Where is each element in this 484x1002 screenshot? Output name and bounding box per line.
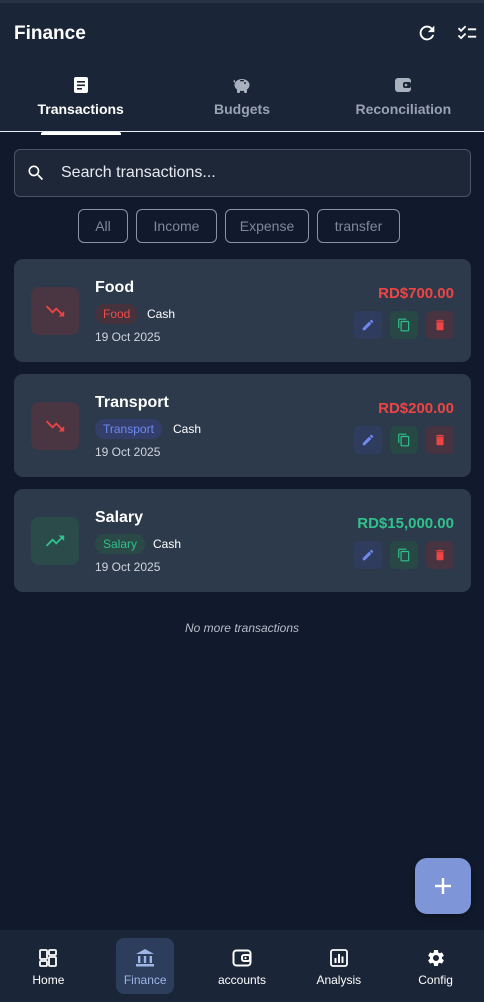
- category-badge: Food: [95, 304, 139, 324]
- trash-icon: [435, 549, 445, 561]
- bank-icon: [135, 947, 155, 969]
- account-label: Cash: [147, 307, 176, 321]
- transaction-date: 19 Oct 2025: [95, 445, 161, 459]
- pencil-icon: [362, 434, 374, 446]
- nav-config[interactable]: Config: [387, 930, 484, 1002]
- transaction-amount: RD$200.00: [378, 400, 454, 417]
- transaction-name: Food: [95, 279, 135, 296]
- checklist-icon[interactable]: [455, 21, 479, 45]
- filter-expense[interactable]: Expense: [225, 209, 309, 243]
- tab-budgets[interactable]: Budgets: [161, 69, 322, 135]
- edit-button[interactable]: [354, 311, 382, 339]
- edit-button[interactable]: [354, 541, 382, 569]
- duplicate-button[interactable]: [390, 426, 418, 454]
- category-badge: Transport: [95, 419, 162, 439]
- tab-label: Transactions: [37, 101, 124, 117]
- transaction-amount: RD$700.00: [378, 285, 454, 302]
- plus-icon: [435, 878, 451, 894]
- trash-icon: [435, 319, 445, 331]
- account-label: Cash: [173, 422, 202, 436]
- tab-label: Budgets: [213, 101, 270, 117]
- tab-transactions[interactable]: Transactions: [0, 69, 161, 135]
- filter-transfer[interactable]: transfer: [317, 209, 400, 243]
- filter-all[interactable]: All: [78, 209, 128, 243]
- search-box: [14, 149, 471, 197]
- active-tab-indicator: [40, 132, 121, 135]
- piggy-bank-icon: [232, 75, 252, 95]
- transaction-name: Salary: [95, 509, 144, 526]
- tabs-divider: [0, 131, 484, 132]
- edit-button[interactable]: [354, 426, 382, 454]
- wallet-icon: [394, 75, 412, 95]
- filter-chips: All Income Expense transfer: [78, 209, 400, 243]
- page-title: Finance: [14, 23, 86, 44]
- finance-tabs: Transactions Budgets Reconciliation: [0, 69, 484, 135]
- filter-income[interactable]: Income: [136, 209, 217, 243]
- delete-button[interactable]: [426, 426, 454, 454]
- trending-down-icon: [31, 287, 79, 335]
- account-label: Cash: [153, 537, 182, 551]
- transaction-actions: [354, 311, 454, 339]
- tab-reconciliation[interactable]: Reconciliation: [323, 69, 484, 135]
- copy-icon: [398, 318, 410, 332]
- delete-button[interactable]: [426, 311, 454, 339]
- nav-label: Home: [32, 973, 65, 987]
- transaction-card[interactable]: Transport Transport Cash 19 Oct 2025 RD$…: [14, 374, 471, 477]
- trending-up-icon: [31, 517, 79, 565]
- receipt-icon: [73, 75, 89, 95]
- add-transaction-button[interactable]: [415, 858, 471, 914]
- delete-button[interactable]: [426, 541, 454, 569]
- refresh-icon[interactable]: [415, 21, 439, 45]
- nav-label: accounts: [217, 973, 266, 987]
- transaction-name: Transport: [95, 394, 169, 411]
- nav-label: Config: [418, 973, 453, 987]
- transaction-card[interactable]: Salary Salary Cash 19 Oct 2025 RD$15,000…: [14, 489, 471, 592]
- category-badge: Salary: [95, 534, 146, 554]
- dashboard-icon: [39, 947, 58, 969]
- pencil-icon: [362, 549, 374, 561]
- tab-label: Reconciliation: [355, 101, 452, 117]
- nav-label: Analysis: [316, 973, 362, 987]
- search-input[interactable]: [61, 164, 441, 182]
- nav-label: Finance: [123, 973, 167, 987]
- gear-icon: [426, 947, 446, 969]
- copy-icon: [398, 548, 410, 562]
- transaction-card[interactable]: Food Food Cash 19 Oct 2025 RD$700.00: [14, 259, 471, 362]
- nav-accounts[interactable]: accounts: [194, 930, 291, 1002]
- transaction-date: 19 Oct 2025: [95, 560, 161, 574]
- bar-chart-icon: [329, 947, 348, 969]
- trending-down-icon: [31, 402, 79, 450]
- transaction-date: 19 Oct 2025: [95, 330, 161, 344]
- bottom-navigation: Home Finance accounts Analysis Config: [0, 930, 484, 1002]
- search-icon: [25, 162, 47, 184]
- duplicate-button[interactable]: [390, 541, 418, 569]
- nav-analysis[interactable]: Analysis: [290, 930, 387, 1002]
- transaction-actions: [354, 541, 454, 569]
- end-of-list-note: No more transactions: [184, 621, 300, 635]
- copy-icon: [398, 433, 410, 447]
- wallet-icon: [232, 947, 252, 969]
- trash-icon: [435, 434, 445, 446]
- nav-finance[interactable]: Finance: [97, 930, 194, 1002]
- transaction-amount: RD$15,000.00: [357, 515, 454, 532]
- transaction-actions: [354, 426, 454, 454]
- pencil-icon: [362, 319, 374, 331]
- nav-home[interactable]: Home: [0, 930, 97, 1002]
- duplicate-button[interactable]: [390, 311, 418, 339]
- top-app-bar: Finance Transactions Budgets Reconciliat…: [0, 0, 484, 135]
